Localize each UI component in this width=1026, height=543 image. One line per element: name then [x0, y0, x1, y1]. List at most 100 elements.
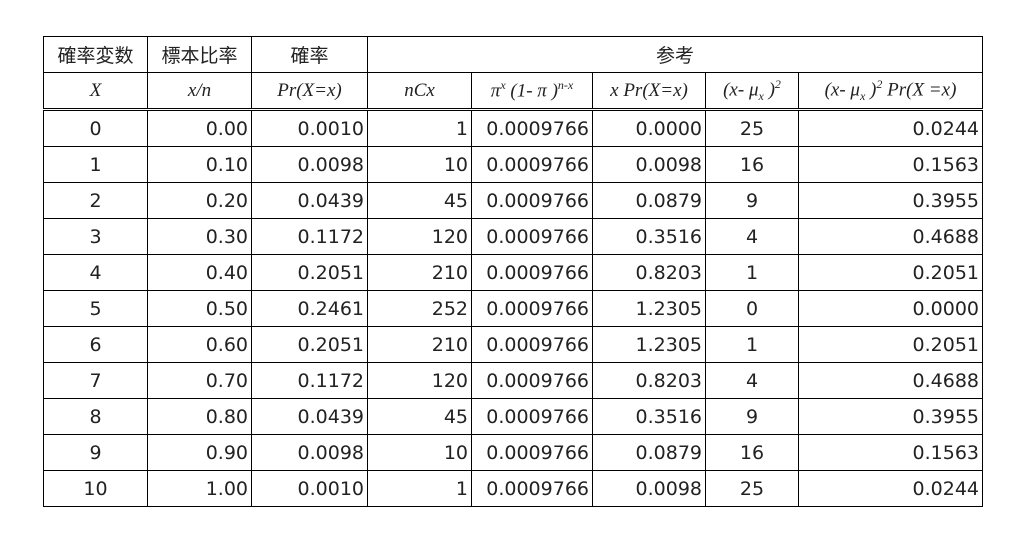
cell-pr: 0.0010 — [251, 470, 368, 507]
cell-var-term: 0.3955 — [798, 182, 983, 219]
header-dev-sq: (x- μx )2 — [705, 72, 799, 111]
header-ncx: nCx — [367, 72, 472, 111]
cell-pr: 0.0439 — [251, 398, 368, 435]
header-var-term: (x- μx )2 Pr(X =x) — [798, 72, 983, 111]
cell-xpr: 0.3516 — [592, 398, 706, 435]
cell-pi-term: 0.0009766 — [471, 470, 593, 507]
cell-dev-sq: 16 — [705, 146, 799, 183]
cell-dev-sq: 16 — [705, 434, 799, 471]
cell-var-term: 0.2051 — [798, 326, 983, 363]
cell-var-term: 0.1563 — [798, 434, 983, 471]
pi-b: (1- π ) — [505, 80, 558, 102]
cell-dev-sq: 1 — [705, 254, 799, 291]
cell-ncx: 252 — [367, 290, 472, 327]
table-row: 9 0.90 0.0098 10 0.0009766 0.0879 16 0.1563 — [43, 434, 983, 471]
cell-pr: 0.2051 — [251, 254, 368, 291]
cell-pi-term: 0.0009766 — [471, 182, 593, 219]
cell-x: 6 — [43, 326, 148, 363]
cell-xn: 0.40 — [147, 254, 252, 291]
cell-xn: 0.30 — [147, 218, 252, 255]
cell-ncx: 120 — [367, 362, 472, 399]
cell-xn: 0.00 — [147, 109, 252, 147]
cell-xpr: 1.2305 — [592, 290, 706, 327]
cell-ncx: 10 — [367, 434, 472, 471]
cell-pi-term: 0.0009766 — [471, 290, 593, 327]
cell-xpr: 0.8203 — [592, 254, 706, 291]
cell-xpr: 0.0098 — [592, 470, 706, 507]
cell-ncx: 210 — [367, 326, 472, 363]
pi: π — [490, 80, 501, 102]
cell-x: 4 — [43, 254, 148, 291]
cell-ncx: 1 — [367, 470, 472, 507]
cell-xn: 0.90 — [147, 434, 252, 471]
cell-pi-term: 0.0009766 — [471, 362, 593, 399]
cell-xpr: 0.0000 — [592, 109, 706, 147]
header-xn: x/n — [147, 72, 252, 111]
cell-pr: 0.0098 — [251, 146, 368, 183]
cell-xpr: 0.0879 — [592, 434, 706, 471]
cell-dev-sq: 1 — [705, 326, 799, 363]
cell-x: 5 — [43, 290, 148, 327]
cell-x: 7 — [43, 362, 148, 399]
cell-x: 8 — [43, 398, 148, 435]
header-reference: 参考 — [367, 36, 983, 73]
cell-xn: 0.70 — [147, 362, 252, 399]
cell-var-term: 0.0244 — [798, 109, 983, 147]
cell-dev-sq: 9 — [705, 182, 799, 219]
cell-xn: 1.00 — [147, 470, 252, 507]
cell-ncx: 45 — [367, 182, 472, 219]
cell-xn: 0.80 — [147, 398, 252, 435]
header-probability: 確率 — [251, 36, 368, 73]
cell-ncx: 10 — [367, 146, 472, 183]
dev-sup: 2 — [774, 76, 781, 91]
header-pr: Pr(X=x) — [251, 72, 368, 111]
cell-pr: 0.1172 — [251, 362, 368, 399]
table-row: 3 0.30 0.1172 120 0.0009766 0.3516 4 0.4688 — [43, 218, 983, 255]
cell-xpr: 1.2305 — [592, 326, 706, 363]
cell-pi-term: 0.0009766 — [471, 326, 593, 363]
cell-var-term: 0.1563 — [798, 146, 983, 183]
dev-b: ) — [763, 79, 775, 101]
dev-a: (x- μ — [723, 79, 759, 101]
cell-pi-term: 0.0009766 — [471, 398, 593, 435]
table-row: 8 0.80 0.0439 45 0.0009766 0.3516 9 0.3955 — [43, 398, 983, 435]
cell-x: 0 — [43, 109, 148, 147]
vpr-b: ) — [865, 79, 877, 101]
cell-x: 9 — [43, 434, 148, 471]
header-row-2: X x/n Pr(X=x) nCx πx (1- π )n-x x Pr(X=x… — [43, 72, 983, 111]
cell-dev-sq: 25 — [705, 470, 799, 507]
cell-xpr: 0.0098 — [592, 146, 706, 183]
vpr-a: (x- μ — [824, 79, 860, 101]
table-row: 2 0.20 0.0439 45 0.0009766 0.0879 9 0.3955 — [43, 182, 983, 219]
cell-pi-term: 0.0009766 — [471, 254, 593, 291]
table-row: 1 0.10 0.0098 10 0.0009766 0.0098 16 0.1563 — [43, 146, 983, 183]
cell-x: 2 — [43, 182, 148, 219]
cell-x: 1 — [43, 146, 148, 183]
cell-var-term: 0.0244 — [798, 470, 983, 507]
header-row-1: 確率変数 標本比率 確率 参考 — [43, 36, 983, 73]
cell-xpr: 0.8203 — [592, 362, 706, 399]
cell-pr: 0.0098 — [251, 434, 368, 471]
cell-x: 10 — [43, 470, 148, 507]
cell-pi-term: 0.0009766 — [471, 434, 593, 471]
cell-var-term: 0.4688 — [798, 362, 983, 399]
cell-xpr: 0.0879 — [592, 182, 706, 219]
cell-dev-sq: 4 — [705, 218, 799, 255]
table-row: 10 1.00 0.0010 1 0.0009766 0.0098 25 0.0244 — [43, 470, 983, 507]
cell-x: 3 — [43, 218, 148, 255]
cell-pr: 0.2051 — [251, 326, 368, 363]
exp2: n-x — [557, 78, 574, 93]
cell-pi-term: 0.0009766 — [471, 109, 593, 147]
cell-dev-sq: 4 — [705, 362, 799, 399]
cell-var-term: 0.2051 — [798, 254, 983, 291]
binomial-table: 確率変数 標本比率 確率 参考 X x/n Pr(X=x) nCx πx (1-… — [43, 36, 983, 507]
header-pi-term: πx (1- π )n-x — [471, 72, 593, 111]
table-row: 6 0.60 0.2051 210 0.0009766 1.2305 1 0.2051 — [43, 326, 983, 363]
cell-pi-term: 0.0009766 — [471, 146, 593, 183]
cell-pr: 0.1172 — [251, 218, 368, 255]
cell-xn: 0.60 — [147, 326, 252, 363]
cell-pr: 0.0010 — [251, 109, 368, 147]
table-row: 4 0.40 0.2051 210 0.0009766 0.8203 1 0.2051 — [43, 254, 983, 291]
header-random-variable: 確率変数 — [43, 36, 148, 73]
vpr-c: Pr(X =x) — [882, 79, 957, 101]
